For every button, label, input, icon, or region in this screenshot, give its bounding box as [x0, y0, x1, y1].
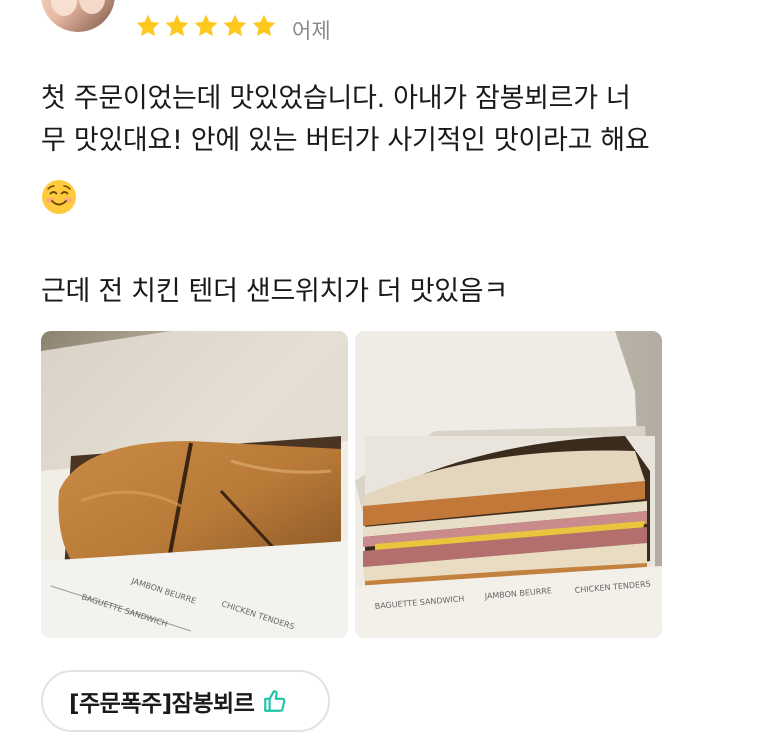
rating-stars: [134, 12, 278, 40]
user-avatar[interactable]: [41, 0, 115, 32]
star-icon: [252, 14, 276, 37]
review-line-2: 무 맛있대요! 안에 있는 버터가 사기적인 맛이라고 해요: [41, 125, 650, 156]
review-text: 첫 주문이었는데 맛있었습니다. 아내가 잠봉뵈르가 너 무 맛있대요! 안에 …: [41, 78, 741, 162]
thumbs-up-icon: [264, 690, 286, 712]
review-line-1: 첫 주문이었는데 맛있었습니다. 아내가 잠봉뵈르가 너: [41, 83, 631, 114]
review-date: 어제: [292, 19, 331, 43]
star-icon: [194, 14, 218, 37]
review-photo-1[interactable]: BAGUETTE SANDWICH JAMBON BEURRE CHICKEN …: [41, 331, 348, 638]
menu-chip-label: [주문폭주]잠봉뵈르: [69, 691, 255, 717]
smiling-face-icon: [42, 180, 76, 214]
review-photo-2[interactable]: BAGUETTE SANDWICH JAMBON BEURRE CHICKEN …: [355, 331, 662, 638]
star-icon: [223, 14, 247, 37]
star-icon: [165, 14, 189, 37]
review-line-3: 근데 전 치킨 텐더 샌드위치가 더 맛있음ㅋ: [41, 276, 508, 307]
star-icon: [136, 14, 160, 37]
ordered-menu-chip[interactable]: [주문폭주]잠봉뵈르: [41, 670, 330, 732]
